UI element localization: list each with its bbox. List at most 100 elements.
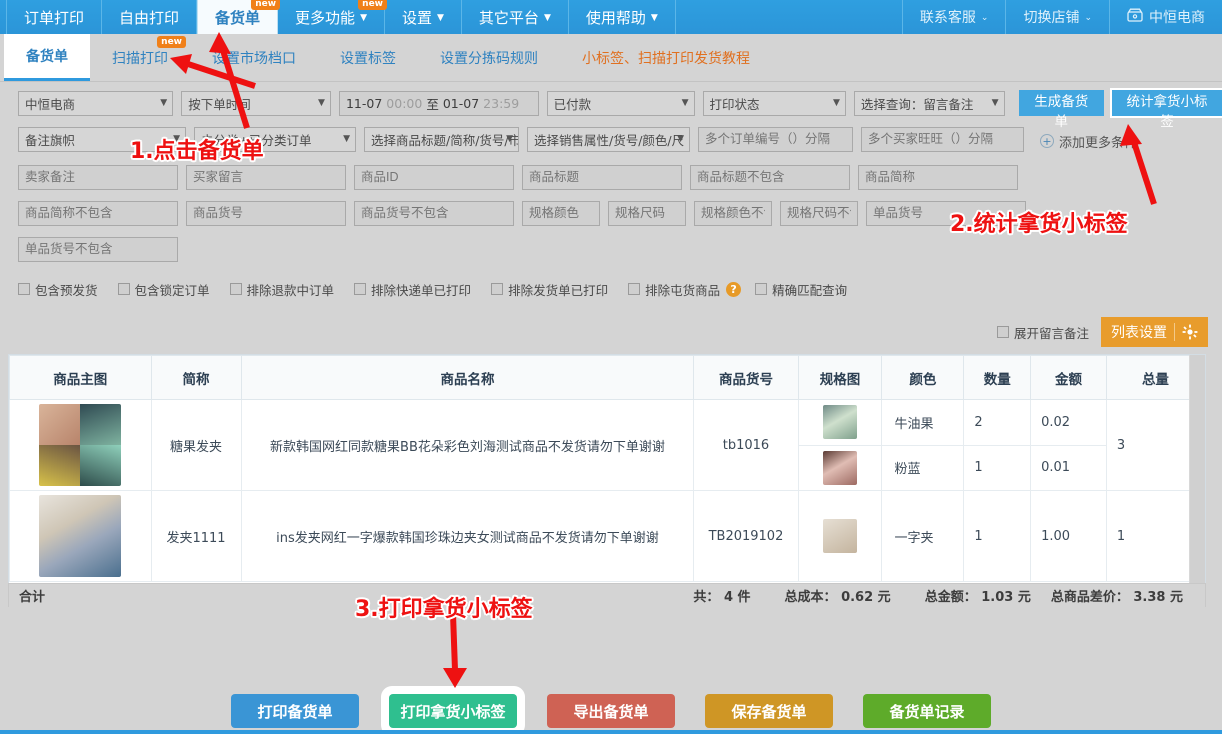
- filter-text-input-r3-3[interactable]: [522, 165, 682, 190]
- sub-tab-5[interactable]: 小标签、扫描打印发货教程: [560, 34, 772, 81]
- filter-text-input-r3-4[interactable]: [690, 165, 850, 190]
- checkbox-icon: [230, 283, 242, 295]
- product-main-image-cell: [10, 491, 152, 582]
- checkbox-icon: [354, 283, 366, 295]
- filter-checkbox-3[interactable]: 排除快递单已打印: [354, 280, 471, 299]
- filter-text-input-r4-4[interactable]: [608, 201, 686, 226]
- pay-status-select[interactable]: 已付款: [547, 91, 695, 116]
- table-row[interactable]: 发夹1111ins发夹网红一字爆款韩国珍珠边夹女测试商品不发货请勿下单谢谢TB2…: [10, 491, 1205, 582]
- order-number-input[interactable]: [698, 127, 853, 152]
- filter-checkbox-5[interactable]: 排除屯货商品: [628, 280, 720, 299]
- help-icon[interactable]: ?: [726, 282, 741, 297]
- bottom-button-0[interactable]: 打印备货单: [231, 694, 359, 728]
- spec-amount: 0.02: [1031, 400, 1107, 446]
- filter-text-input-r3-0[interactable]: [18, 165, 178, 190]
- spec-image[interactable]: [823, 451, 857, 485]
- product-item-number: tb1016: [694, 400, 798, 491]
- sub-tab-2[interactable]: 设置市场档口: [190, 34, 318, 81]
- spec-image[interactable]: [823, 519, 857, 553]
- buyer-wangwang-input[interactable]: [861, 127, 1024, 152]
- expand-message-note-checkbox[interactable]: 展开留言备注: [997, 323, 1089, 342]
- add-more-conditions-link[interactable]: + 添加更多条件: [1040, 132, 1137, 151]
- count-pickup-label-button[interactable]: 统计拿货小标签: [1112, 90, 1222, 116]
- bottom-button-1[interactable]: 打印拿货小标签: [389, 694, 517, 728]
- top-nav-item-3[interactable]: 更多功能 ▼ new: [278, 0, 385, 34]
- top-nav-item-5[interactable]: 其它平台▼: [462, 0, 569, 34]
- filter-text-input-r3-5[interactable]: [858, 165, 1018, 190]
- time-type-select[interactable]: 按下单时间: [181, 91, 331, 116]
- sub-tab-4[interactable]: 设置分拣码规则: [418, 34, 560, 81]
- filter-checkbox-2[interactable]: 排除退款中订单: [230, 280, 335, 299]
- new-badge: new: [358, 0, 387, 10]
- filter-text-input-r4-1[interactable]: [186, 201, 346, 226]
- query-type-select[interactable]: 选择查询：留言备注: [854, 91, 1005, 116]
- date-start: 11-07: [346, 96, 382, 111]
- filter-text-input-r4-6[interactable]: [780, 201, 858, 226]
- filter-row-5: [0, 234, 1222, 264]
- chevron-down-icon: ▼: [360, 13, 367, 23]
- total-amount-value: 1.03 元: [981, 590, 1031, 605]
- product-name-link[interactable]: ins发夹网红一字爆款韩国珍珠边夹女测试商品不发货请勿下单谢谢: [241, 491, 694, 582]
- sub-tab-1[interactable]: 扫描打印new: [90, 34, 190, 81]
- top-nav-item-1[interactable]: 自由打印: [102, 0, 197, 34]
- product-name-link[interactable]: 新款韩国网红同款糖果BB花朵彩色刘海测试商品不发货请勿下单谢谢: [241, 400, 694, 491]
- vertical-scrollbar[interactable]: [1189, 355, 1205, 606]
- filter-text-input-r5-0[interactable]: [18, 237, 178, 262]
- sub-tab-3[interactable]: 设置标签: [318, 34, 418, 81]
- spec-amount: 0.01: [1031, 445, 1107, 491]
- top-nav-right-item-2[interactable]: 中恒电商: [1109, 0, 1222, 34]
- generate-stock-list-button[interactable]: 生成备货单: [1019, 90, 1104, 116]
- sub-tab-0[interactable]: 备货单: [4, 34, 90, 81]
- spec-color: 牛油果: [882, 400, 964, 446]
- filter-text-input-r4-0[interactable]: [18, 201, 178, 226]
- top-nav-item-2[interactable]: 备货单new: [197, 0, 278, 34]
- total-price-diff: 总商品差价： 3.38 元: [1051, 586, 1183, 605]
- product-main-image[interactable]: [39, 495, 121, 577]
- spec-image[interactable]: [823, 405, 857, 439]
- list-settings-button[interactable]: 列表设置: [1101, 317, 1208, 347]
- totals-row: 合计 共： 4 件 总成本： 0.62 元 总金额： 1.03 元 总商品差价：…: [8, 583, 1206, 607]
- filter-checkbox-1[interactable]: 包含锁定订单: [118, 280, 210, 299]
- top-nav-item-0[interactable]: 订单打印: [6, 0, 102, 34]
- top-nav-item-label: 更多功能: [295, 7, 355, 28]
- bottom-button-3[interactable]: 保存备货单: [705, 694, 833, 728]
- chevron-down-icon: ▼: [651, 13, 658, 23]
- sub-tab-bar: 备货单扫描打印new设置市场档口设置标签设置分拣码规则小标签、扫描打印发货教程: [0, 34, 1222, 82]
- date-range-field[interactable]: 11-07 00:00 至 01-07 23:59: [339, 91, 539, 116]
- remark-flag-select[interactable]: 备注旗帜: [18, 127, 186, 152]
- sale-attribute-select[interactable]: 选择销售属性/货号/颜色/尺: [527, 127, 690, 152]
- filter-text-input-r4-5[interactable]: [694, 201, 772, 226]
- classify-select[interactable]: 未分类+已分类订单: [194, 127, 356, 152]
- product-title-select[interactable]: 选择商品标题/简称/货号/市: [364, 127, 519, 152]
- top-nav-right-item-1[interactable]: 切换店铺⌄: [1005, 0, 1109, 34]
- top-nav-right-label: 切换店铺: [1023, 7, 1079, 27]
- filter-text-input-r4-3[interactable]: [522, 201, 600, 226]
- checkbox-icon: [18, 283, 30, 295]
- top-nav-right-item-0[interactable]: 联系客服⌄: [902, 0, 1006, 34]
- top-navigation-bar: 订单打印自由打印备货单new 更多功能 ▼ new设置▼其它平台▼使用帮助▼ 联系客服…: [0, 0, 1222, 34]
- checkbox-icon: [997, 326, 1009, 338]
- product-short-name: 发夹1111: [151, 491, 241, 582]
- bottom-button-2[interactable]: 导出备货单: [547, 694, 675, 728]
- top-nav-item-4[interactable]: 设置▼: [385, 0, 462, 34]
- filter-checkbox-label: 排除退款中订单: [247, 280, 335, 299]
- spec-quantity: 1: [964, 491, 1031, 582]
- filter-text-input-r4-2[interactable]: [354, 201, 514, 226]
- filter-text-input-r3-1[interactable]: [186, 165, 346, 190]
- spec-image-cell: [798, 491, 882, 582]
- top-nav-item-6[interactable]: 使用帮助▼: [569, 0, 676, 34]
- shop-select[interactable]: 中恒电商: [18, 91, 173, 116]
- table-header-1: 简称: [151, 356, 241, 400]
- total-count-label: 共：: [693, 590, 719, 605]
- bottom-button-4[interactable]: 备货单记录: [863, 694, 991, 728]
- filter-text-input-r3-2[interactable]: [354, 165, 514, 190]
- filter-checkbox-0[interactable]: 包含预发货: [18, 280, 98, 299]
- table-row[interactable]: 糖果发夹新款韩国网红同款糖果BB花朵彩色刘海测试商品不发货请勿下单谢谢tb101…: [10, 400, 1205, 446]
- filter-checkbox-4[interactable]: 排除发货单已打印: [491, 280, 608, 299]
- print-status-select[interactable]: 打印状态: [703, 91, 846, 116]
- spec-quantity: 1: [964, 445, 1031, 491]
- total-amount-label: 总金额：: [925, 590, 977, 605]
- filter-text-input-r4-7[interactable]: [866, 201, 1026, 226]
- product-main-image[interactable]: [39, 404, 121, 486]
- filter-checkbox-6[interactable]: 精确匹配查询: [755, 280, 847, 299]
